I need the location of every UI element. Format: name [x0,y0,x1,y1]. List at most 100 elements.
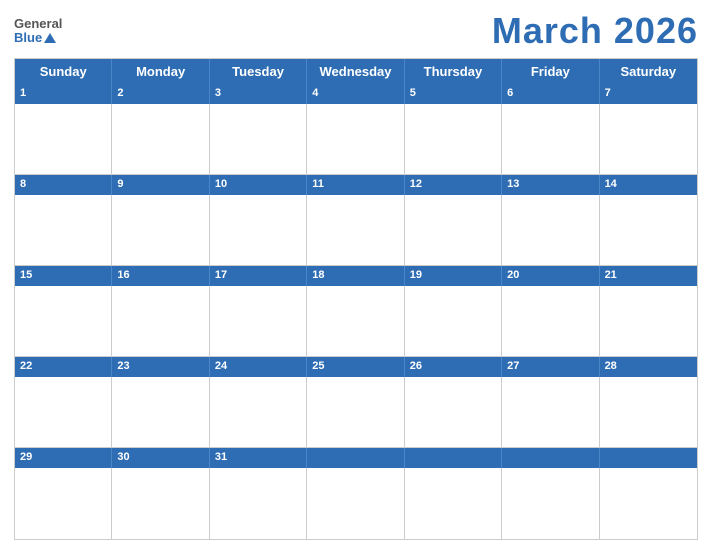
header-friday: Friday [502,59,599,84]
day-10: 10 [210,175,307,195]
week-5-cells [15,468,697,539]
cell-5 [405,104,502,175]
week-1-numbers: 1 2 3 4 5 6 7 [15,84,697,104]
cell-25 [307,377,404,448]
header-monday: Monday [112,59,209,84]
cell-14 [600,195,697,266]
day-18: 18 [307,266,404,286]
cell-15 [15,286,112,357]
week-3: 15 16 17 18 19 20 21 [15,266,697,357]
cell-27 [502,377,599,448]
day-empty-1 [307,448,404,468]
logo-blue-text: Blue [14,30,42,45]
cell-9 [112,195,209,266]
day-empty-2 [405,448,502,468]
cell-empty-2 [405,468,502,539]
cell-1 [15,104,112,175]
week-3-numbers: 15 16 17 18 19 20 21 [15,266,697,286]
day-11: 11 [307,175,404,195]
day-16: 16 [112,266,209,286]
day-29: 29 [15,448,112,468]
cell-empty-1 [307,468,404,539]
cell-20 [502,286,599,357]
cell-12 [405,195,502,266]
day-empty-4 [600,448,697,468]
header-saturday: Saturday [600,59,697,84]
day-9: 9 [112,175,209,195]
cell-31 [210,468,307,539]
day-empty-3 [502,448,599,468]
header: General Blue March 2026 [14,10,698,52]
cell-30 [112,468,209,539]
day-23: 23 [112,357,209,377]
cell-6 [502,104,599,175]
week-1-cells [15,104,697,175]
day-26: 26 [405,357,502,377]
cell-23 [112,377,209,448]
logo-blue: Blue [14,30,56,45]
day-8: 8 [15,175,112,195]
day-4: 4 [307,84,404,104]
day-5: 5 [405,84,502,104]
day-27: 27 [502,357,599,377]
header-wednesday: Wednesday [307,59,404,84]
cell-2 [112,104,209,175]
logo: General Blue [14,17,62,45]
calendar: Sunday Monday Tuesday Wednesday Thursday… [14,58,698,540]
week-3-cells [15,286,697,357]
day-13: 13 [502,175,599,195]
week-2: 8 9 10 11 12 13 14 [15,175,697,266]
day-31: 31 [210,448,307,468]
day-19: 19 [405,266,502,286]
cell-21 [600,286,697,357]
cell-empty-3 [502,468,599,539]
day-7: 7 [600,84,697,104]
day-6: 6 [502,84,599,104]
week-4: 22 23 24 25 26 27 28 [15,357,697,448]
cell-22 [15,377,112,448]
cell-8 [15,195,112,266]
day-headers-row: Sunday Monday Tuesday Wednesday Thursday… [15,59,697,84]
cell-13 [502,195,599,266]
header-tuesday: Tuesday [210,59,307,84]
day-1: 1 [15,84,112,104]
day-3: 3 [210,84,307,104]
cell-empty-4 [600,468,697,539]
cell-4 [307,104,404,175]
week-4-numbers: 22 23 24 25 26 27 28 [15,357,697,377]
week-2-numbers: 8 9 10 11 12 13 14 [15,175,697,195]
day-14: 14 [600,175,697,195]
week-5-numbers: 29 30 31 [15,448,697,468]
cell-26 [405,377,502,448]
cell-29 [15,468,112,539]
day-15: 15 [15,266,112,286]
day-12: 12 [405,175,502,195]
day-21: 21 [600,266,697,286]
cell-24 [210,377,307,448]
cell-3 [210,104,307,175]
day-20: 20 [502,266,599,286]
week-4-cells [15,377,697,448]
header-thursday: Thursday [405,59,502,84]
week-2-cells [15,195,697,266]
day-24: 24 [210,357,307,377]
day-2: 2 [112,84,209,104]
cell-11 [307,195,404,266]
header-sunday: Sunday [15,59,112,84]
day-25: 25 [307,357,404,377]
day-30: 30 [112,448,209,468]
day-28: 28 [600,357,697,377]
day-17: 17 [210,266,307,286]
cell-18 [307,286,404,357]
logo-general: General [14,17,62,30]
weeks-container: 1 2 3 4 5 6 7 [15,84,697,539]
logo-triangle-icon [44,33,56,43]
cell-10 [210,195,307,266]
week-1: 1 2 3 4 5 6 7 [15,84,697,175]
week-5: 29 30 31 [15,448,697,539]
cell-16 [112,286,209,357]
month-title: March 2026 [492,10,698,52]
cell-19 [405,286,502,357]
cell-17 [210,286,307,357]
calendar-page: General Blue March 2026 Sunday Monday Tu… [0,0,712,550]
